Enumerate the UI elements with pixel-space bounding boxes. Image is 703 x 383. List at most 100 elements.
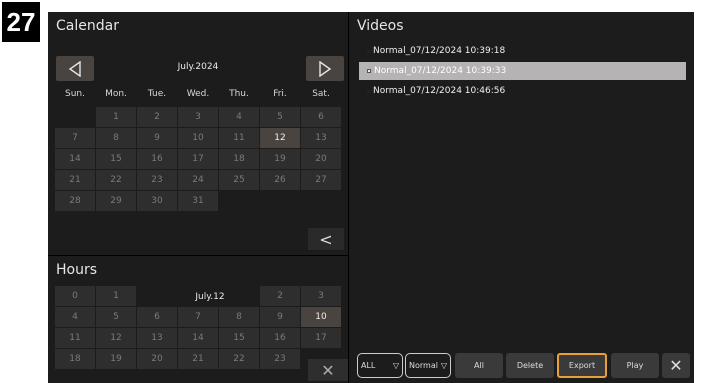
all-button[interactable]: All (455, 353, 503, 378)
hour-cell[interactable]: 18 (55, 349, 95, 369)
hour-cell[interactable]: 14 (178, 328, 218, 348)
day-cell[interactable]: 9 (137, 128, 177, 148)
filter-all-value: ALL (361, 361, 376, 370)
video-filename: Normal_07/12/2024 10:39:33 (374, 66, 507, 76)
video-filename: Normal_07/12/2024 10:46:56 (373, 86, 506, 96)
day-cell[interactable]: 18 (219, 149, 259, 169)
filter-all-dropdown[interactable]: ALL ▽ (357, 353, 403, 378)
hour-cell[interactable]: 12 (96, 328, 136, 348)
day-cell[interactable]: 1 (96, 107, 136, 127)
hour-cell[interactable]: 8 (219, 307, 259, 327)
weekday-header: Mon. (105, 89, 127, 99)
weekday-header: Tue. (147, 89, 167, 99)
video-list-item[interactable]: Normal_07/12/2024 10:39:33 (359, 62, 686, 80)
triangle-down-icon: ▽ (440, 361, 447, 370)
hour-cell[interactable]: 11 (55, 328, 95, 348)
empty-day-cell (301, 191, 341, 211)
day-cell[interactable]: 12 (260, 128, 300, 148)
day-cell[interactable]: 10 (178, 128, 218, 148)
day-cell[interactable]: 11 (219, 128, 259, 148)
play-button[interactable]: Play (611, 353, 659, 378)
day-cell[interactable]: 6 (301, 107, 341, 127)
day-cell[interactable]: 5 (260, 107, 300, 127)
close-icon: ✕ (669, 356, 683, 375)
empty-day-cell (260, 191, 300, 211)
videos-close-button[interactable]: ✕ (662, 353, 690, 378)
day-cell[interactable]: 20 (301, 149, 341, 169)
hours-title: Hours (56, 262, 98, 278)
hour-cell[interactable]: 20 (137, 349, 177, 369)
day-cell[interactable]: 30 (137, 191, 177, 211)
day-cell[interactable]: 8 (96, 128, 136, 148)
export-button[interactable]: Export (557, 353, 607, 378)
bullet-icon (367, 49, 370, 53)
filter-type-dropdown[interactable]: Normal ▽ (405, 353, 451, 378)
hour-cell[interactable]: 7 (178, 307, 218, 327)
day-cell[interactable]: 19 (260, 149, 300, 169)
hour-cell[interactable]: 19 (96, 349, 136, 369)
weekday-header: Fri. (273, 89, 287, 99)
day-cell[interactable]: 28 (55, 191, 95, 211)
playback-screen: Calendar July.2024 Sun. Mon. Tue. Wed. Thu. F… (48, 12, 694, 383)
day-cell[interactable]: 17 (178, 149, 218, 169)
hours-date-label: July.12 (195, 292, 225, 302)
day-cell[interactable]: 25 (219, 170, 259, 190)
day-cell[interactable]: 29 (96, 191, 136, 211)
month-label: July.2024 (177, 62, 219, 72)
hours-close-button[interactable]: ✕ (308, 359, 348, 381)
hour-cell[interactable]: 9 (260, 307, 300, 327)
hour-cell[interactable]: 10 (301, 307, 341, 327)
day-cell[interactable]: 14 (55, 149, 95, 169)
filter-type-value: Normal (409, 361, 438, 370)
videos-panel: Videos Normal_07/12/2024 10:39:18 Normal_… (349, 12, 694, 383)
back-button[interactable]: < (308, 228, 344, 250)
hour-cell[interactable]: 13 (137, 328, 177, 348)
hour-cell[interactable]: 15 (219, 328, 259, 348)
hour-cell[interactable]: 16 (260, 328, 300, 348)
videos-title: Videos (357, 18, 404, 34)
day-cell[interactable]: 2 (137, 107, 177, 127)
close-icon: ✕ (321, 360, 335, 380)
day-cell[interactable]: 23 (137, 170, 177, 190)
day-cell[interactable]: 24 (178, 170, 218, 190)
empty-day-cell (219, 191, 259, 211)
weekday-header: Wed. (186, 89, 210, 99)
day-cell[interactable]: 4 (219, 107, 259, 127)
day-cell[interactable]: 16 (137, 149, 177, 169)
hour-cell[interactable]: 0 (55, 286, 95, 306)
day-cell[interactable]: 31 (178, 191, 218, 211)
day-cell[interactable]: 21 (55, 170, 95, 190)
hour-cell[interactable]: 5 (96, 307, 136, 327)
hour-cell[interactable]: 3 (301, 286, 341, 306)
delete-button[interactable]: Delete (506, 353, 554, 378)
hour-cell[interactable]: 22 (219, 349, 259, 369)
weekday-header: Sun. (65, 89, 85, 99)
calendar-title: Calendar (56, 18, 119, 34)
next-month-button[interactable] (306, 56, 344, 81)
day-cell[interactable]: 27 (301, 170, 341, 190)
video-list-item[interactable]: Normal_07/12/2024 10:39:18 (359, 42, 686, 60)
hour-cell[interactable]: 23 (260, 349, 300, 369)
empty-day-cell (55, 107, 95, 127)
hour-cell[interactable]: 4 (55, 307, 95, 327)
day-cell[interactable]: 13 (301, 128, 341, 148)
video-filename: Normal_07/12/2024 10:39:18 (373, 46, 506, 56)
triangle-right-icon (319, 60, 332, 77)
bullet-icon (367, 69, 371, 73)
day-cell[interactable]: 22 (96, 170, 136, 190)
video-list-item[interactable]: Normal_07/12/2024 10:46:56 (359, 82, 686, 100)
day-cell[interactable]: 7 (55, 128, 95, 148)
calendar-panel: Calendar July.2024 Sun. Mon. Tue. Wed. Thu. F… (48, 12, 348, 255)
hour-cell[interactable]: 1 (96, 286, 136, 306)
weekday-header: Thu. (229, 89, 249, 99)
hour-cell[interactable]: 17 (301, 328, 341, 348)
hour-cell[interactable]: 21 (178, 349, 218, 369)
day-cell[interactable]: 15 (96, 149, 136, 169)
day-cell[interactable]: 26 (260, 170, 300, 190)
hour-cell[interactable]: 6 (137, 307, 177, 327)
weekday-header: Sat. (312, 89, 330, 99)
step-number-badge: 27 (2, 2, 40, 42)
day-cell[interactable]: 3 (178, 107, 218, 127)
prev-month-button[interactable] (56, 56, 94, 81)
hour-cell[interactable]: 2 (260, 286, 300, 306)
